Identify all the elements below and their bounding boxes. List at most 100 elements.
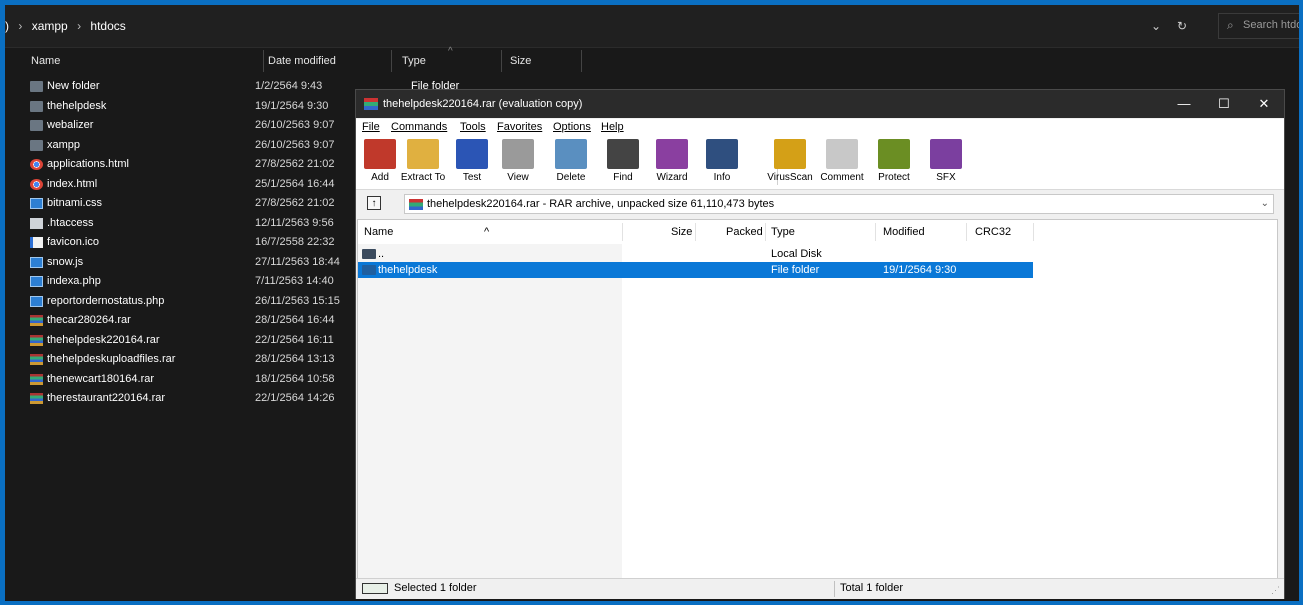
toolbar-extract-to-button[interactable]: Extract To — [396, 137, 450, 189]
file-row[interactable]: New folder 1/2/2564 9:43 — [5, 77, 365, 97]
view-glasses-icon — [502, 139, 534, 169]
file-row[interactable]: thenewcart180164.rar 18/1/2564 10:58 — [5, 370, 365, 390]
column-header-date-modified[interactable]: Date modified — [268, 48, 336, 74]
delete-icon — [555, 139, 587, 169]
file-row[interactable]: favicon.ico 16/7/2558 22:32 — [5, 233, 365, 253]
close-button[interactable]: ✕ — [1244, 90, 1284, 118]
breadcrumb[interactable]: ) › xampp › htdocs — [5, 5, 132, 47]
toolbar-wizard-button[interactable]: Wizard — [647, 137, 697, 189]
archive-row[interactable]: .. Local Disk — [358, 246, 1033, 262]
maximize-button[interactable]: ☐ — [1204, 90, 1244, 118]
refresh-icon[interactable]: ↻ — [1177, 5, 1187, 47]
column-header-type[interactable]: Type — [771, 220, 795, 244]
breadcrumb-htdocs[interactable]: htdocs — [90, 19, 125, 33]
chrome-icon — [30, 159, 43, 170]
file-date: 26/10/2563 9:07 — [255, 119, 335, 131]
breadcrumb-xampp[interactable]: xampp — [32, 19, 68, 33]
file-row[interactable]: bitnami.css 27/8/2562 21:02 — [5, 194, 365, 214]
file-date: 27/11/2563 18:44 — [255, 255, 340, 268]
add-archive-icon — [364, 139, 396, 169]
menu-file[interactable]: File — [362, 121, 380, 133]
archive-file-list[interactable]: Name ^ Size Packed Type Modified CRC32 .… — [357, 219, 1278, 579]
folder-icon — [30, 120, 43, 131]
wizard-icon — [656, 139, 688, 169]
file-row[interactable]: thehelpdesk 19/1/2564 9:30 — [5, 97, 365, 117]
file-row[interactable]: index.html 25/1/2564 16:44 — [5, 175, 365, 195]
winrar-app-icon — [364, 98, 378, 110]
minimize-button[interactable]: — — [1164, 90, 1204, 118]
archive-column-headers: Name ^ Size Packed Type Modified CRC32 — [358, 220, 1277, 244]
column-divider[interactable] — [263, 50, 264, 72]
menu-help[interactable]: Help — [601, 121, 624, 133]
toolbar-test-button[interactable]: Test — [450, 137, 494, 189]
column-header-size[interactable]: Size — [510, 48, 531, 74]
toolbar-delete-button[interactable]: Delete — [548, 137, 594, 189]
file-row[interactable]: thecar280264.rar 28/1/2564 16:44 — [5, 311, 365, 331]
file-name: therestaurant220164.rar — [47, 392, 166, 404]
file-row[interactable]: thehelpdesk220164.rar 22/1/2564 16:11 — [5, 331, 365, 351]
menu-tools[interactable]: Tools — [460, 121, 486, 133]
file-name: thehelpdesk220164.rar — [47, 333, 160, 346]
resize-grip-icon[interactable]: ⋰ — [1271, 585, 1280, 596]
column-header-name[interactable]: Name — [31, 48, 60, 74]
toolbar-sfx-button[interactable]: SFX — [926, 137, 966, 189]
file-name: .htaccess — [47, 216, 94, 229]
code-file-icon — [30, 276, 43, 287]
toolbar-view-button[interactable]: View — [496, 137, 540, 189]
file-row[interactable]: .htaccess 12/11/2563 9:56 — [5, 214, 365, 234]
winrar-title-bar[interactable]: thehelpdesk220164.rar (evaluation copy) … — [356, 90, 1284, 118]
chevron-down-icon[interactable]: ⌄ — [1151, 5, 1161, 47]
file-date: 16/7/2558 22:32 — [255, 236, 335, 248]
file-row[interactable]: thehelpdeskuploadfiles.rar 28/1/2564 13:1… — [5, 350, 365, 370]
column-divider[interactable] — [391, 50, 392, 72]
file-row[interactable]: applications.html 27/8/2562 21:02 — [5, 155, 365, 175]
folder-icon — [30, 139, 43, 151]
menu-commands[interactable]: Commands — [391, 121, 447, 133]
find-binoculars-icon — [607, 139, 639, 169]
archive-path-box[interactable]: thehelpdesk220164.rar - RAR archive, unp… — [404, 194, 1274, 214]
file-row[interactable]: indexa.php 7/11/2563 14:40 — [5, 272, 365, 292]
column-header-name[interactable]: Name — [364, 220, 393, 244]
breadcrumb-drive[interactable]: ) — [5, 19, 9, 33]
file-name: webalizer — [47, 119, 94, 131]
toolbar-label: Protect — [878, 172, 910, 183]
extract-folder-icon — [407, 139, 439, 169]
up-folder-button[interactable]: ↑ — [367, 196, 381, 210]
file-row[interactable]: xampp 26/10/2563 9:07 — [5, 136, 365, 156]
file-row[interactable]: therestaurant220164.rar 22/1/2564 14:26 — [5, 389, 365, 409]
file-row[interactable]: snow.js 27/11/2563 18:44 — [5, 253, 365, 273]
file-date: 25/1/2564 16:44 — [255, 177, 335, 190]
column-divider[interactable] — [501, 50, 502, 72]
breadcrumb-separator-icon: › — [77, 19, 82, 33]
sfx-icon — [930, 139, 962, 169]
toolbar-protect-button[interactable]: Protect — [867, 137, 921, 189]
code-file-icon — [30, 295, 43, 307]
archive-item-name: thehelpdesk — [378, 264, 438, 276]
virus-scan-icon — [774, 139, 806, 169]
menu-favorites[interactable]: Favorites — [497, 121, 542, 133]
menu-options[interactable]: Options — [553, 121, 591, 133]
archive-row[interactable]: thehelpdesk File folder 19/1/2564 9:30 — [358, 262, 1033, 278]
chevron-down-icon[interactable]: ⌄ — [1261, 195, 1269, 213]
rar-icon — [30, 334, 43, 346]
address-bar[interactable]: ) › xampp › htdocs ⌄ ↻ ⌕ Search htdo — [5, 5, 1299, 48]
file-icon — [30, 217, 43, 229]
search-input[interactable]: ⌕ Search htdo — [1218, 13, 1299, 39]
status-bar: Selected 1 folder Total 1 folder ⋰ — [356, 578, 1284, 599]
column-header-modified[interactable]: Modified — [883, 220, 925, 244]
column-divider[interactable] — [581, 50, 582, 72]
toolbar-info-button[interactable]: Info — [700, 137, 744, 189]
toolbar-find-button[interactable]: Find — [601, 137, 645, 189]
column-header-size[interactable]: Size — [671, 220, 692, 244]
breadcrumb-separator-icon: › — [18, 19, 23, 33]
file-name: favicon.ico — [47, 236, 99, 248]
archive-path-text: thehelpdesk220164.rar - RAR archive, unp… — [427, 198, 775, 210]
file-row[interactable]: webalizer 26/10/2563 9:07 — [5, 116, 365, 136]
file-name: thehelpdeskuploadfiles.rar — [47, 353, 176, 365]
column-header-type[interactable]: Type — [402, 48, 426, 74]
column-header-packed[interactable]: Packed — [726, 220, 763, 244]
folder-icon — [30, 100, 43, 112]
file-row[interactable]: reportordernostatus.php 26/11/2563 15:15 — [5, 292, 365, 312]
file-name: New folder — [47, 80, 100, 92]
column-header-crc32[interactable]: CRC32 — [975, 220, 1011, 244]
